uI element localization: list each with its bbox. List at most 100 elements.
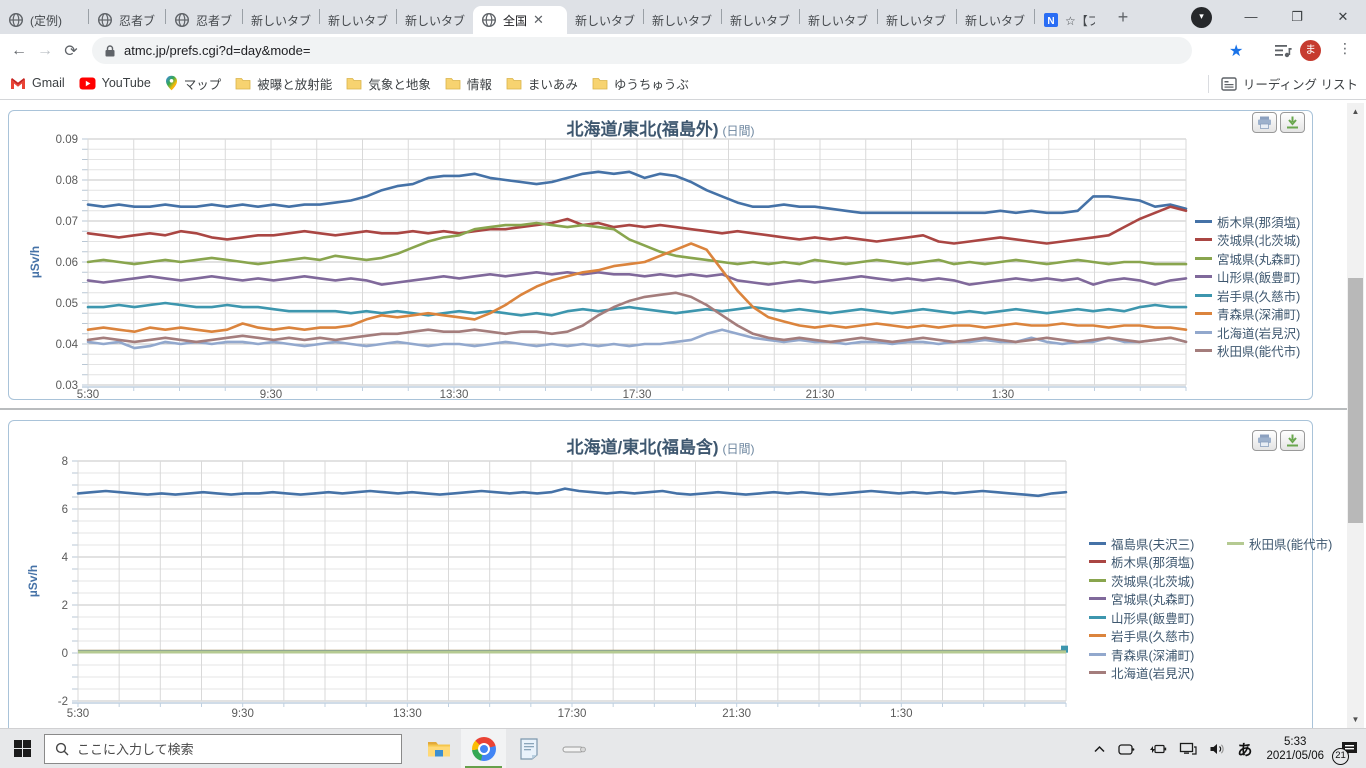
clock-date: 2021/05/06: [1266, 750, 1324, 762]
bookmark-item[interactable]: 気象と地象: [346, 74, 431, 93]
legend-item[interactable]: 岩手県(久慈市): [1089, 627, 1194, 646]
tab[interactable]: N ☆【プレ: [1035, 6, 1103, 34]
tab[interactable]: 新しいタブ: [957, 6, 1034, 34]
scrollbar-down-icon[interactable]: ▼: [1347, 711, 1364, 728]
browser-menu-icon[interactable]: ⋮: [1338, 40, 1352, 57]
legend-item[interactable]: 山形県(飯豊町): [1195, 268, 1300, 287]
legend-item[interactable]: 茨城県(北茨城): [1195, 231, 1300, 250]
lock-icon: [105, 44, 115, 56]
tab[interactable]: 新しいタブ: [397, 6, 473, 34]
reading-list-label: リーディング リスト: [1242, 78, 1358, 92]
svg-text:0.05: 0.05: [56, 298, 78, 310]
notification-center-button[interactable]: 21: [1332, 729, 1366, 768]
search-icon: [55, 742, 69, 755]
bookmark-label: 情報: [466, 77, 492, 92]
volume-icon[interactable]: [1209, 742, 1225, 756]
reading-list-button[interactable]: リーディング リスト: [1207, 67, 1358, 100]
legend-item[interactable]: 北海道(岩見沢): [1089, 664, 1194, 683]
legend-item[interactable]: 茨城県(北茨城): [1089, 571, 1194, 590]
svg-text:2: 2: [62, 600, 68, 612]
legend-swatch: [1089, 615, 1106, 619]
scrollbar-thumb[interactable]: [1348, 278, 1363, 523]
legend-item[interactable]: 青森県(深浦町): [1089, 645, 1194, 664]
tab[interactable]: 忍者ブ: [166, 6, 242, 34]
camera-icon[interactable]: [1118, 743, 1135, 756]
tab[interactable]: 新しいタブ: [320, 6, 396, 34]
tab[interactable]: 新しいタブ: [722, 6, 799, 34]
tab-label: 新しいタブ: [405, 13, 465, 28]
tab[interactable]: 新しいタブ: [800, 6, 877, 34]
chart-legend: 福島県(夫沢三) 栃木県(那須塩) 茨城県(北茨城) 宮城県(丸森町) 山形県(飯豊町)…: [1089, 534, 1194, 682]
tab-active[interactable]: 全国 ✕: [473, 6, 567, 34]
tray-expand-chevron-icon[interactable]: [1093, 744, 1106, 754]
legend-label: 北海道(岩見沢): [1111, 667, 1195, 682]
legend-item[interactable]: 青森県(深浦町): [1195, 305, 1300, 324]
tab-label: 忍者ブ: [196, 13, 233, 28]
window-minimize-button[interactable]: —: [1228, 0, 1274, 33]
taskbar-clock[interactable]: 5:33 2021/05/06: [1266, 735, 1324, 763]
legend-item[interactable]: 岩手県(久慈市): [1195, 286, 1300, 305]
address-bar[interactable]: atmc.jp/prefs.cgi?d=day&mode=: [92, 37, 1192, 64]
tab-strip: (定例) 忍者ブ 忍者ブ 新しいタブ 新しいタブ 新しいタブ 全国 ✕ 新しいタブ 新しいタブ 新し…: [0, 0, 1366, 34]
tab-label: 新しいタブ: [808, 13, 869, 28]
back-icon[interactable]: ←: [6, 42, 32, 60]
scrollbar-up-icon[interactable]: ▲: [1347, 103, 1364, 120]
taskbar-notepad-button[interactable]: [506, 729, 551, 768]
url-text: atmc.jp/prefs.cgi?d=day&mode=: [124, 43, 311, 58]
bookmark-item[interactable]: YouTube: [79, 76, 151, 90]
bookmark-item[interactable]: 情報: [445, 74, 492, 93]
tab[interactable]: 忍者ブ: [89, 6, 165, 34]
bookmarks-bar: Gmail YouTube マップ 被曝と放射能 気象と地象 情報 まいあみ ゆうちゅうぶ リ…: [0, 67, 1366, 100]
new-tab-button[interactable]: +: [1109, 4, 1137, 32]
network-icon[interactable]: [1179, 742, 1198, 756]
tab[interactable]: 新しいタブ: [567, 6, 643, 34]
tab-label: 新しいタブ: [965, 13, 1026, 28]
legend-swatch: [1195, 275, 1212, 279]
taskbar-pen-app-button[interactable]: [551, 729, 596, 768]
legend-label: 宮城県(丸森町): [1111, 593, 1195, 608]
battery-icon[interactable]: [1147, 743, 1167, 755]
taskbar-file-explorer-button[interactable]: [416, 729, 461, 768]
window-maximize-button[interactable]: ❐: [1274, 0, 1320, 33]
legend-item[interactable]: 北海道(岩見沢): [1195, 323, 1300, 342]
legend-swatch: [1089, 597, 1106, 601]
profile-avatar[interactable]: ま: [1300, 40, 1321, 61]
ime-indicator[interactable]: あ: [1237, 739, 1252, 760]
legend-item[interactable]: 宮城県(丸森町): [1089, 590, 1194, 609]
svg-text:13:30: 13:30: [393, 708, 422, 720]
tab[interactable]: (定例): [0, 6, 88, 34]
legend-item[interactable]: 秋田県(能代市): [1195, 342, 1300, 361]
tab-close-icon[interactable]: ✕: [533, 12, 544, 28]
taskbar-chrome-button[interactable]: [461, 728, 506, 768]
forward-icon[interactable]: →: [32, 42, 58, 60]
bookmark-item[interactable]: ゆうちゅうぶ: [592, 74, 689, 93]
media-controls-icon[interactable]: [1274, 43, 1292, 59]
legend-swatch: [1089, 652, 1106, 656]
page-scrollbar[interactable]: ▲ ▼: [1347, 103, 1364, 728]
legend-label: 秋田県(能代市): [1249, 537, 1333, 552]
legend-item[interactable]: 山形県(飯豊町): [1089, 608, 1194, 627]
tab[interactable]: 新しいタブ: [644, 6, 721, 34]
legend-item[interactable]: 栃木県(那須塩): [1089, 553, 1194, 572]
legend-label: 茨城県(北茨城): [1111, 574, 1195, 589]
bookmark-label: 被曝と放射能: [257, 77, 333, 92]
tab[interactable]: 新しいタブ: [243, 6, 319, 34]
bookmark-item[interactable]: 被曝と放射能: [235, 74, 332, 93]
tab[interactable]: 新しいタブ: [878, 6, 956, 34]
tab-label: 新しいタブ: [328, 13, 388, 28]
bookmark-star-icon[interactable]: ★: [1229, 41, 1243, 61]
bookmark-item[interactable]: Gmail: [10, 76, 65, 90]
tab-search-icon[interactable]: ▾: [1191, 7, 1212, 28]
taskbar-search-input[interactable]: ここに入力して検索: [44, 733, 402, 764]
reload-icon[interactable]: ⟳: [58, 41, 84, 61]
globe-favicon-icon: [97, 12, 113, 28]
legend-item[interactable]: 秋田県(能代市): [1227, 534, 1332, 553]
window-close-button[interactable]: ✕: [1320, 0, 1366, 33]
bookmark-item[interactable]: マップ: [165, 74, 221, 93]
start-button[interactable]: [0, 729, 44, 768]
legend-item[interactable]: 宮城県(丸森町): [1195, 249, 1300, 268]
bookmark-item[interactable]: まいあみ: [506, 74, 578, 93]
pen-icon: [562, 746, 586, 752]
legend-item[interactable]: 栃木県(那須塩): [1195, 212, 1300, 231]
legend-item[interactable]: 福島県(夫沢三): [1089, 534, 1194, 553]
